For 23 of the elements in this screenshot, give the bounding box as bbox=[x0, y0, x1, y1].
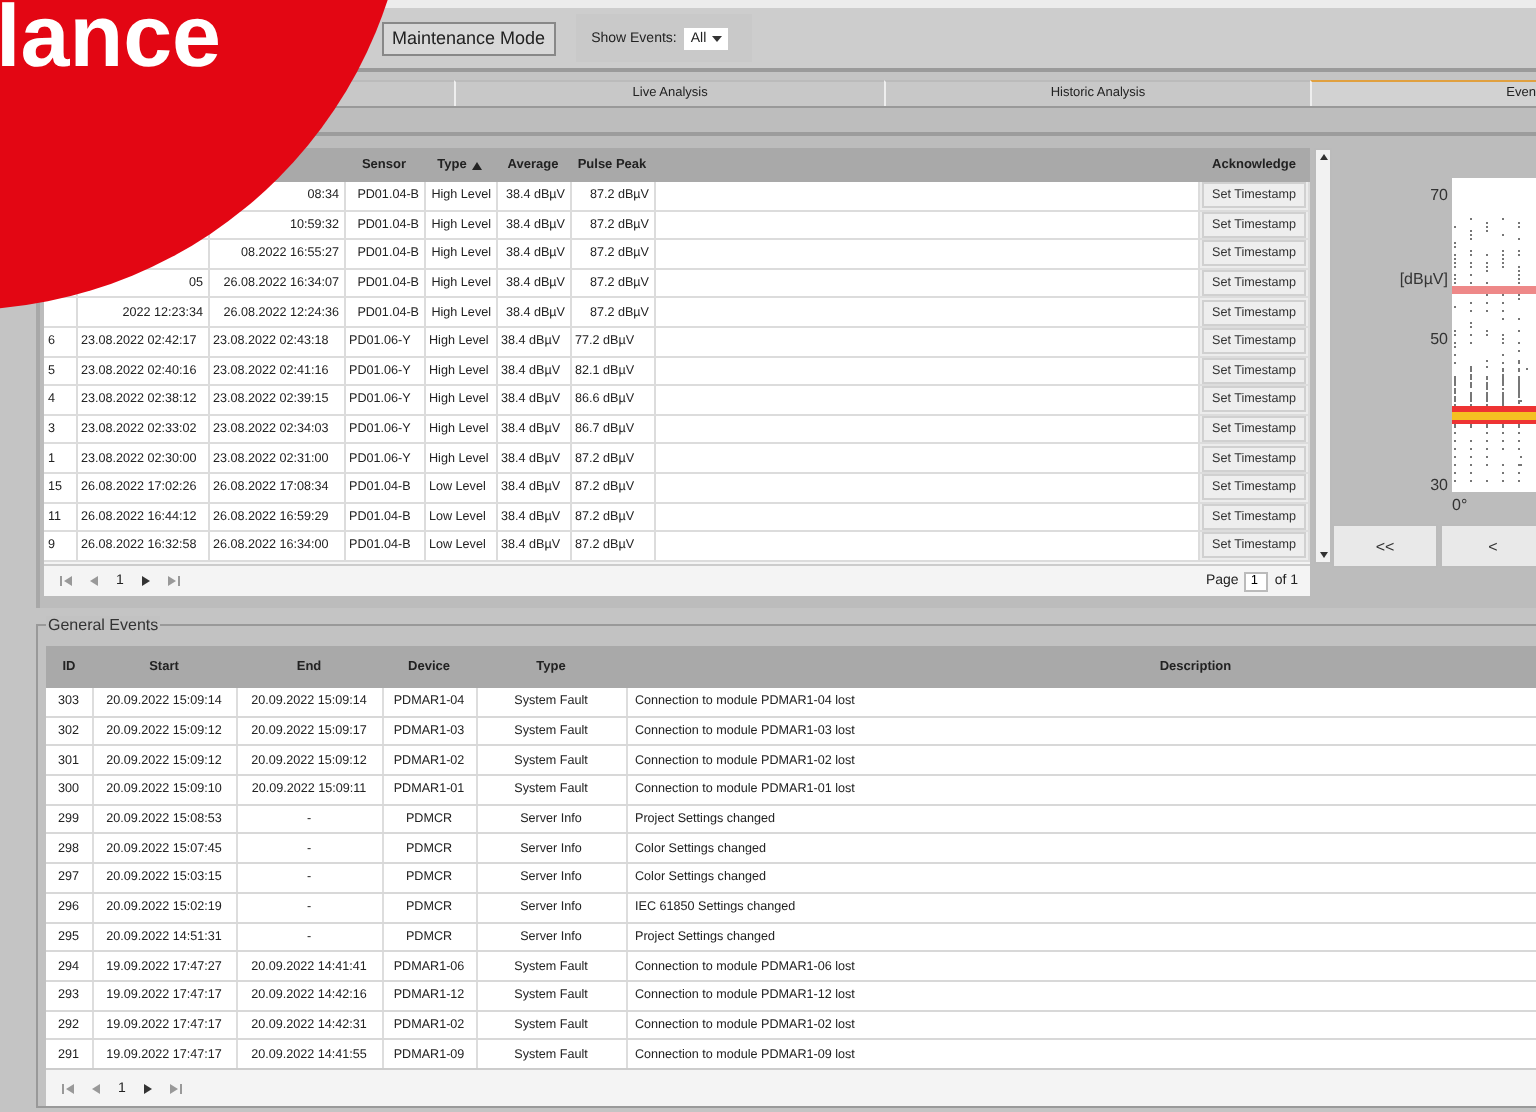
previous-page-icon[interactable] bbox=[92, 1083, 100, 1093]
axis-label: 0° bbox=[1452, 496, 1468, 512]
first-page-icon[interactable] bbox=[60, 576, 72, 586]
navigation-button[interactable]: << bbox=[1332, 524, 1438, 568]
next-page-icon[interactable] bbox=[143, 1083, 152, 1093]
next-page-icon[interactable] bbox=[141, 576, 150, 586]
last-page-icon[interactable] bbox=[169, 1083, 182, 1093]
previous-page-icon[interactable] bbox=[90, 576, 98, 586]
axis-label: 30 bbox=[1430, 476, 1448, 494]
navigation-button[interactable]: < bbox=[1440, 524, 1536, 568]
panel-title: General Events bbox=[46, 616, 161, 634]
scroll-down-icon[interactable] bbox=[1315, 546, 1331, 562]
axis-label: 70 bbox=[1430, 186, 1448, 204]
axis-label: 50 bbox=[1430, 330, 1448, 348]
logo-text: lance bbox=[0, 0, 222, 86]
sort-ascending-icon bbox=[472, 161, 483, 169]
first-page-icon[interactable] bbox=[62, 1083, 74, 1093]
last-page-icon[interactable] bbox=[167, 576, 180, 586]
axis-unit-label: [dBµV] bbox=[1399, 270, 1448, 288]
scrollbar[interactable] bbox=[1314, 148, 1332, 564]
scroll-up-icon[interactable] bbox=[1315, 150, 1331, 166]
caret-icon bbox=[712, 35, 723, 41]
maintenance-mode-button[interactable]: Maintenance Mode bbox=[382, 21, 556, 55]
